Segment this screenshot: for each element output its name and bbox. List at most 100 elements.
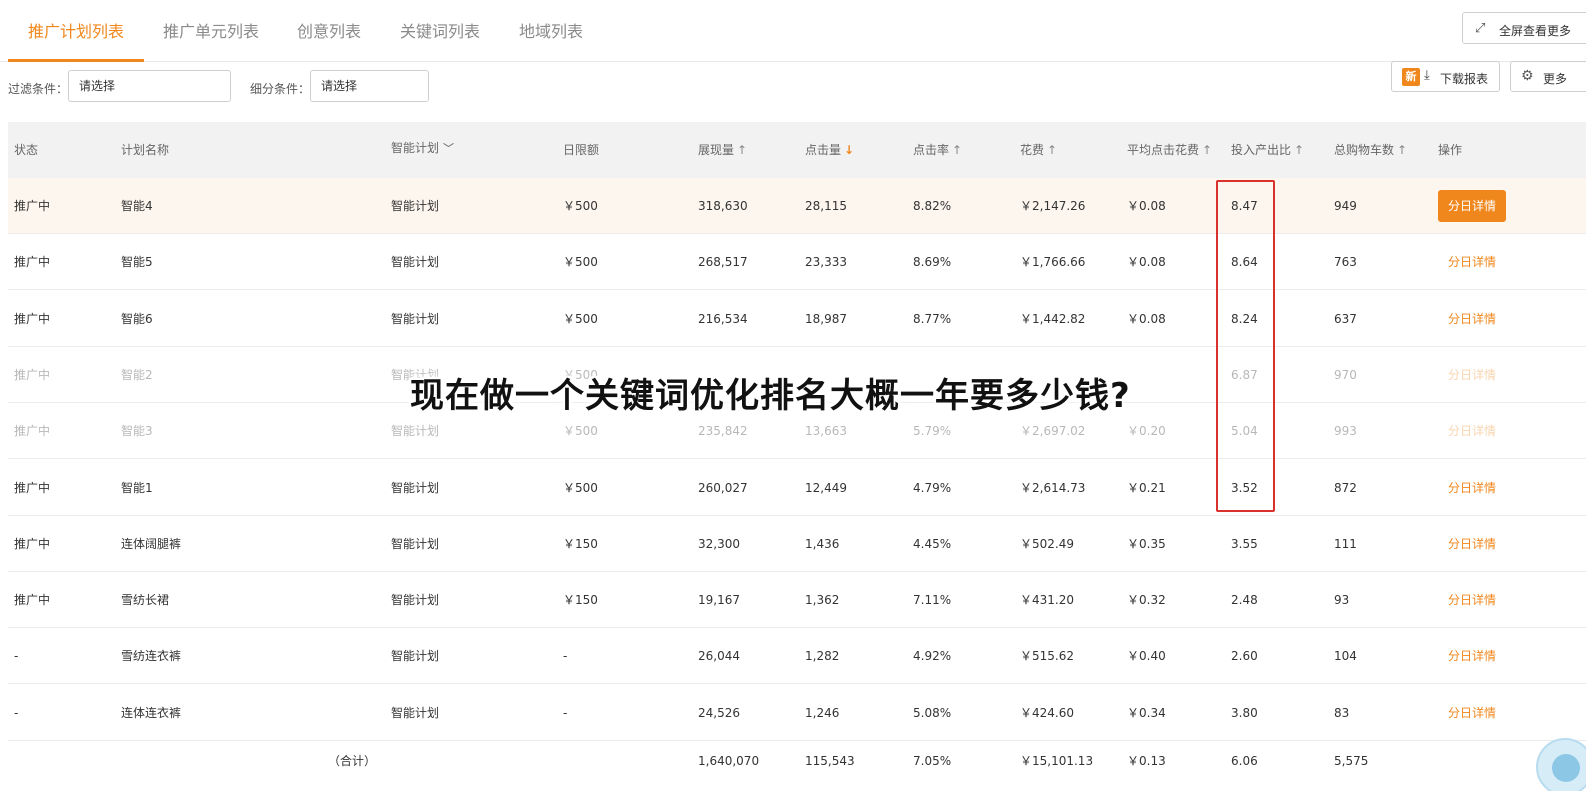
- cell-carts: 83: [1334, 705, 1350, 720]
- col-clicks-label: 点击量: [805, 143, 842, 157]
- col-type-label: 智能计划: [391, 141, 440, 155]
- cell-type: 智能计划: [391, 593, 440, 608]
- cell-impressions: 260,027: [698, 480, 748, 495]
- cell-carts: 763: [1334, 255, 1357, 270]
- daily-detail-link[interactable]: 分日详情: [1448, 347, 1496, 403]
- total-row: （合计） 1,640,070 115,543 7.05% ￥15,101.13 …: [8, 741, 1586, 781]
- cell-status: 推广中: [14, 199, 51, 213]
- cell-cost: ￥515.62: [1020, 649, 1074, 664]
- cell-clicks: 18,987: [805, 311, 847, 326]
- table-row: 推广中 智能6 智能计划 ￥500 216,534 18,987 8.77% ￥1,442.8…: [8, 291, 1586, 347]
- daily-detail-link[interactable]: 分日详情: [1448, 291, 1496, 347]
- table-row: - 连体连衣裤 智能计划 - 24,526 1,246 5.08% ￥424.60 ￥0.34 3…: [8, 685, 1586, 741]
- cell-cpc: ￥0.34: [1127, 705, 1166, 720]
- cell-ctr: 8.69%: [913, 255, 952, 270]
- total-roi: 6.06: [1231, 754, 1258, 768]
- total-ctr: 7.05%: [913, 754, 952, 768]
- fullscreen-button[interactable]: ⤢ 全屏查看更多: [1462, 12, 1586, 44]
- col-roi[interactable]: 投入产出比 ↑: [1231, 122, 1304, 178]
- cell-status: 推广中: [14, 311, 51, 326]
- col-impressions[interactable]: 展现量 ↑: [698, 122, 747, 178]
- total-label: （合计）: [328, 754, 377, 768]
- cell-roi: 3.55: [1231, 536, 1258, 551]
- filter-select[interactable]: [68, 70, 231, 102]
- more-settings-button[interactable]: ⚙ 更多: [1510, 61, 1586, 92]
- daily-detail-button[interactable]: 分日详情: [1438, 190, 1506, 222]
- cell-carts: 104: [1334, 649, 1357, 664]
- cell-name: 连体连衣裤: [121, 705, 182, 720]
- tab-campaign-list[interactable]: 推广计划列表: [28, 18, 124, 42]
- table-row: - 雪纺连衣裤 智能计划 - 26,044 1,282 4.92% ￥515.62 ￥0.40 2…: [8, 628, 1586, 685]
- cell-budget: ￥500: [563, 311, 598, 326]
- cell-status: 推广中: [14, 367, 51, 382]
- cell-impressions: 32,300: [698, 536, 740, 551]
- assistant-face-icon: [1552, 754, 1580, 782]
- tab-region-list[interactable]: 地域列表: [519, 18, 583, 42]
- col-carts[interactable]: 总购物车数 ↑: [1334, 122, 1407, 178]
- cell-carts: 872: [1334, 480, 1357, 495]
- cell-budget: ￥500: [563, 199, 598, 213]
- cell-status: 推广中: [14, 255, 51, 270]
- active-tab-indicator: [8, 59, 144, 62]
- overlay-headline: 现在做一个关键词优化排名大概一年要多少钱?: [410, 376, 1131, 416]
- sort-arrow-icon: ↑: [952, 143, 963, 157]
- col-clicks[interactable]: 点击量 ↓: [805, 122, 854, 178]
- cell-cpc: ￥0.32: [1127, 593, 1166, 608]
- cell-type: 智能计划: [391, 536, 440, 551]
- cell-ctr: 8.77%: [913, 311, 952, 326]
- cell-name: 连体阔腿裤: [121, 536, 182, 551]
- col-cpc[interactable]: 平均点击花费 ↑: [1127, 122, 1212, 178]
- expand-icon: ⤢: [1475, 21, 1486, 36]
- tab-unit-list[interactable]: 推广单元列表: [163, 18, 259, 42]
- cell-ctr: 4.45%: [913, 536, 952, 551]
- cell-carts: 970: [1334, 367, 1357, 382]
- col-ctr[interactable]: 点击率 ↑: [913, 122, 962, 178]
- cell-type: 智能计划: [391, 649, 440, 664]
- col-carts-label: 总购物车数: [1334, 143, 1395, 157]
- daily-detail-link[interactable]: 分日详情: [1448, 234, 1496, 290]
- table-row: 推广中 智能4 智能计划 ￥500 318,630 28,115 8.82% ￥2,147.2…: [8, 178, 1586, 234]
- download-label: 下载报表: [1440, 72, 1489, 86]
- cell-clicks: 1,362: [805, 593, 840, 608]
- cell-status: 推广中: [14, 593, 51, 608]
- cell-carts: 111: [1334, 536, 1357, 551]
- segment-label: 细分条件：: [250, 82, 311, 96]
- filter-label: 过滤条件：: [8, 82, 69, 96]
- cell-type: 智能计划: [391, 311, 440, 326]
- cell-impressions: 19,167: [698, 593, 740, 608]
- cell-clicks: 12,449: [805, 480, 847, 495]
- cell-status: -: [14, 705, 19, 720]
- daily-detail-link[interactable]: 分日详情: [1448, 628, 1496, 684]
- roi-highlight-box: [1216, 180, 1275, 512]
- col-cost[interactable]: 花费 ↑: [1020, 122, 1057, 178]
- col-impressions-label: 展现量: [698, 143, 735, 157]
- download-icon: ⤓: [1424, 68, 1430, 83]
- daily-detail-link[interactable]: 分日详情: [1448, 572, 1496, 628]
- chevron-down-icon: ﹀: [443, 142, 455, 155]
- segment-select[interactable]: [310, 70, 429, 102]
- cell-impressions: 318,630: [698, 199, 748, 213]
- sort-arrow-icon: ↑: [1397, 143, 1408, 157]
- download-report-button[interactable]: 新 ⤓ 下载报表: [1391, 61, 1500, 92]
- tab-creative-list[interactable]: 创意列表: [297, 18, 361, 42]
- sort-desc-icon: ↓: [844, 143, 855, 157]
- cell-name: 智能6: [121, 311, 153, 326]
- cell-carts: 637: [1334, 311, 1357, 326]
- cell-ctr: 7.11%: [913, 593, 952, 608]
- cell-clicks: 1,436: [805, 536, 840, 551]
- cell-cost: ￥1,442.82: [1020, 311, 1086, 326]
- cell-budget: -: [563, 705, 568, 720]
- col-cpc-label: 平均点击花费: [1127, 143, 1200, 157]
- chat-assistant-avatar[interactable]: [1536, 738, 1586, 791]
- daily-detail-link[interactable]: 分日详情: [1448, 685, 1496, 741]
- cell-status: 推广中: [14, 536, 51, 551]
- daily-detail-link[interactable]: 分日详情: [1448, 403, 1496, 459]
- tab-keyword-list[interactable]: 关键词列表: [400, 18, 480, 42]
- col-type-filter[interactable]: 智能计划 ﹀: [391, 120, 454, 176]
- cell-clicks: 23,333: [805, 255, 847, 270]
- daily-detail-link[interactable]: 分日详情: [1448, 460, 1496, 516]
- table-row: 推广中 智能1 智能计划 ￥500 260,027 12,449 4.79% ￥2,614.7…: [8, 460, 1586, 516]
- daily-detail-link[interactable]: 分日详情: [1448, 516, 1496, 572]
- cell-budget: ￥150: [563, 536, 598, 551]
- cell-cpc: ￥0.08: [1127, 199, 1166, 213]
